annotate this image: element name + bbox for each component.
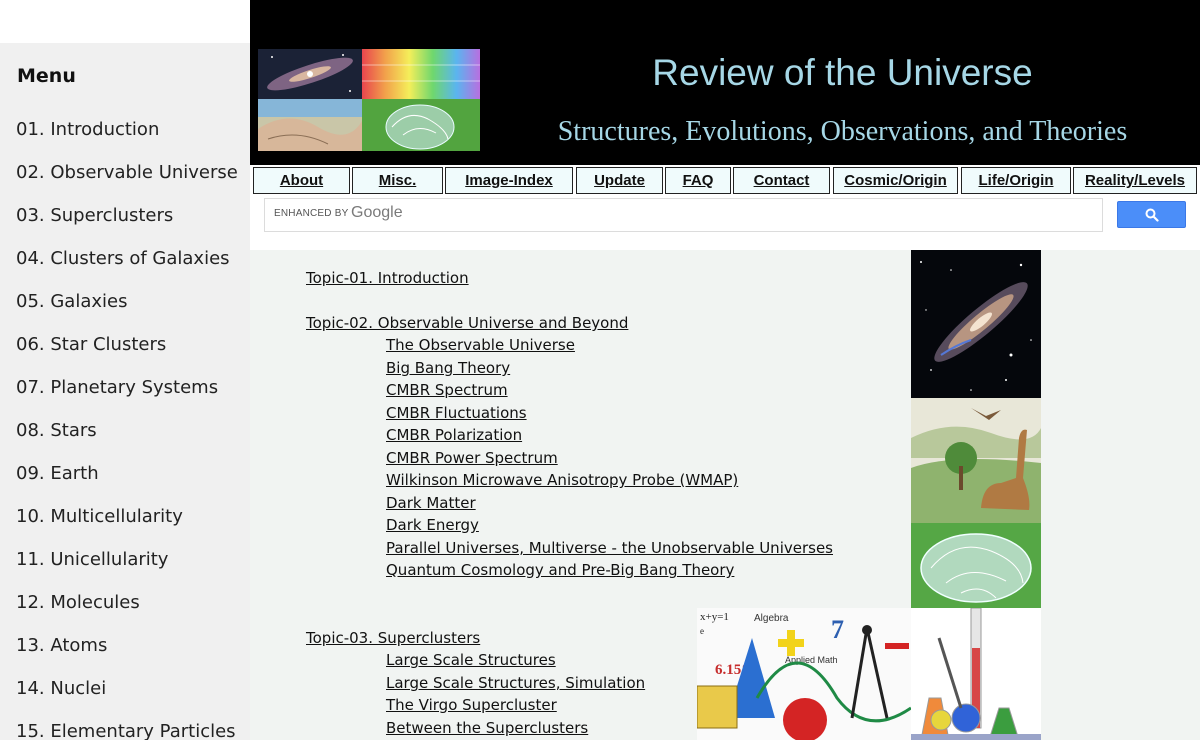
menu-item-stars[interactable]: 08. Stars bbox=[16, 418, 238, 461]
menu-item-atoms[interactable]: 13. Atoms bbox=[16, 633, 238, 676]
subtopic-link[interactable]: Quantum Cosmology and Pre-Big Bang Theor… bbox=[386, 561, 734, 579]
nav-about[interactable]: About bbox=[253, 167, 350, 194]
menu-item-star-clusters[interactable]: 06. Star Clusters bbox=[16, 332, 238, 375]
site-header: Review of the Universe Structures, Evolu… bbox=[250, 0, 1200, 165]
google-wordmark: Google bbox=[351, 204, 403, 221]
subtopic-link[interactable]: Dark Matter bbox=[386, 494, 476, 512]
math-eq-text: x+y=1 bbox=[700, 611, 729, 623]
nav-faq[interactable]: FAQ bbox=[665, 167, 731, 194]
menu-item-nuclei[interactable]: 14. Nuclei bbox=[16, 676, 238, 719]
menu-item-earth[interactable]: 09. Earth bbox=[16, 461, 238, 504]
brain-image bbox=[911, 523, 1041, 608]
top-nav: About Misc. Image-Index Update FAQ Conta… bbox=[250, 165, 1200, 195]
subtopic-link[interactable]: Big Bang Theory bbox=[386, 359, 510, 377]
menu-item-multicellularity[interactable]: 10. Multicellularity bbox=[16, 504, 238, 547]
search-icon bbox=[1145, 208, 1159, 222]
math-collage-image: x+y=1 Algebra e 6.15% 7 Applied Math bbox=[697, 608, 911, 740]
math-algebra-text: Algebra bbox=[754, 613, 789, 624]
menu-item-superclusters[interactable]: 03. Superclusters bbox=[16, 203, 238, 246]
site-title: Review of the Universe bbox=[652, 52, 1033, 93]
nav-image-index[interactable]: Image-Index bbox=[445, 167, 573, 194]
main-content: Topic-01. Introduction Topic-02. Observa… bbox=[250, 250, 1200, 740]
topic-03-link[interactable]: Topic-03. Superclusters bbox=[306, 629, 480, 647]
dinosaur-image bbox=[911, 398, 1041, 523]
subtopic-link[interactable]: The Observable Universe bbox=[386, 336, 575, 354]
sidebar: Menu 01. Introduction 02. Observable Uni… bbox=[0, 43, 250, 740]
menu-item-galaxies[interactable]: 05. Galaxies bbox=[16, 289, 238, 332]
nav-update[interactable]: Update bbox=[576, 167, 663, 194]
sidebar-top-blank bbox=[0, 0, 250, 43]
search-input-box[interactable]: ENHANCED BY Google bbox=[264, 198, 1103, 232]
topic-01-link[interactable]: Topic-01. Introduction bbox=[306, 269, 469, 287]
topic-02-link[interactable]: Topic-02. Observable Universe and Beyond bbox=[306, 314, 628, 332]
menu-item-planetary-systems[interactable]: 07. Planetary Systems bbox=[16, 375, 238, 418]
menu-item-molecules[interactable]: 12. Molecules bbox=[16, 590, 238, 633]
subtopic-link[interactable]: Between the Superclusters bbox=[386, 719, 588, 737]
subtopic-link[interactable]: CMBR Power Spectrum bbox=[386, 449, 558, 467]
site-logo-collage bbox=[258, 49, 480, 151]
nav-life-origin[interactable]: Life/Origin bbox=[961, 167, 1071, 194]
math-euler-text: e bbox=[700, 626, 704, 636]
search-bar: ENHANCED BY Google bbox=[250, 195, 1200, 250]
search-brand-prefix: ENHANCED BY bbox=[274, 208, 349, 219]
menu-item-elementary-particles[interactable]: 15. Elementary Particles bbox=[16, 719, 238, 740]
math-seven-text: 7 bbox=[831, 615, 844, 644]
subtopic-link[interactable]: CMBR Fluctuations bbox=[386, 404, 527, 422]
menu-item-observable-universe[interactable]: 02. Observable Universe bbox=[16, 160, 238, 203]
chemistry-flasks-image bbox=[911, 608, 1041, 740]
subtopic-link[interactable]: The Virgo Supercluster bbox=[386, 696, 557, 714]
subtopic-link[interactable]: Large Scale Structures, Simulation bbox=[386, 674, 645, 692]
subtopic-link[interactable]: Wilkinson Microwave Anisotropy Probe (WM… bbox=[386, 471, 738, 489]
site-subtitle: Structures, Evolutions, Observations, an… bbox=[557, 116, 1128, 147]
subtopic-link[interactable]: CMBR Polarization bbox=[386, 426, 522, 444]
menu-title: Menu bbox=[17, 65, 76, 87]
subtopic-link[interactable]: Dark Energy bbox=[386, 516, 479, 534]
galaxy-image bbox=[911, 250, 1041, 398]
menu-item-clusters-of-galaxies[interactable]: 04. Clusters of Galaxies bbox=[16, 246, 238, 289]
menu-list: 01. Introduction 02. Observable Universe… bbox=[16, 117, 238, 740]
search-input[interactable] bbox=[405, 203, 1095, 227]
nav-reality-levels[interactable]: Reality/Levels bbox=[1073, 167, 1197, 194]
nav-cosmic-origin[interactable]: Cosmic/Origin bbox=[833, 167, 958, 194]
search-button[interactable] bbox=[1117, 201, 1186, 228]
menu-item-unicellularity[interactable]: 11. Unicellularity bbox=[16, 547, 238, 590]
menu-item-introduction[interactable]: 01. Introduction bbox=[16, 117, 238, 160]
subtopic-link[interactable]: CMBR Spectrum bbox=[386, 381, 508, 399]
nav-misc[interactable]: Misc. bbox=[352, 167, 443, 194]
subtopic-link[interactable]: Parallel Universes, Multiverse - the Uno… bbox=[386, 539, 833, 557]
subtopic-link[interactable]: Large Scale Structures bbox=[386, 651, 556, 669]
nav-contact[interactable]: Contact bbox=[733, 167, 830, 194]
